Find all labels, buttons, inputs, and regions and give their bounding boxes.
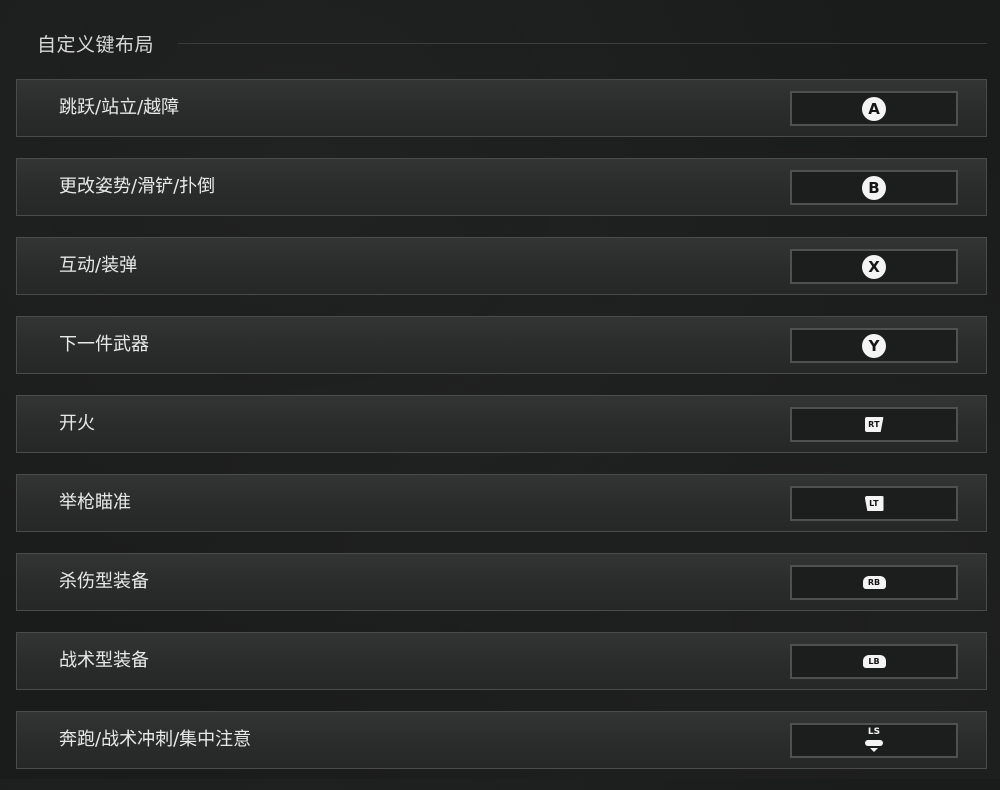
binding-row-tactical[interactable]: 战术型装备 LB	[16, 632, 987, 690]
key-assign-button[interactable]: LT	[790, 486, 958, 521]
binding-action-label: 战术型装备	[59, 650, 149, 671]
binding-action-label: 奔跑/战术冲刺/集中注意	[59, 729, 252, 750]
key-assign-button[interactable]: RT	[790, 407, 958, 442]
key-assign-button[interactable]: RB	[790, 565, 958, 600]
binding-row-stance[interactable]: 更改姿势/滑铲/扑倒 B	[16, 158, 987, 216]
binding-row-sprint[interactable]: 奔跑/战术冲刺/集中注意 LS	[16, 711, 987, 769]
left-trigger-icon: LT	[864, 496, 884, 511]
binding-row-aim[interactable]: 举枪瞄准 LT	[16, 474, 987, 532]
stick-cap-shape	[865, 739, 883, 746]
binding-action-label: 杀伤型装备	[59, 571, 149, 592]
x-button-icon: X	[862, 254, 886, 279]
binding-action-label: 互动/装弹	[59, 255, 138, 276]
b-button-icon: B	[862, 175, 886, 200]
right-bumper-icon: RB	[862, 576, 886, 589]
key-assign-button[interactable]: B	[790, 170, 958, 205]
section-title: 自定义键布局	[37, 33, 155, 56]
binding-row-next-weapon[interactable]: 下一件武器 Y	[16, 316, 987, 374]
press-arrow-icon	[870, 747, 878, 752]
binding-list: 跳跃/站立/越障 A 更改姿势/滑铲/扑倒 B 互动/装弹 X 下一件武器 Y …	[16, 79, 987, 790]
binding-row-interact[interactable]: 互动/装弹 X	[16, 237, 987, 295]
key-assign-button[interactable]: A	[790, 91, 958, 126]
key-assign-button[interactable]: LS	[790, 723, 958, 758]
right-trigger-icon: RT	[864, 417, 884, 432]
y-button-icon: Y	[862, 333, 886, 358]
key-assign-button[interactable]: Y	[790, 328, 958, 363]
section-header: 自定义键布局	[37, 28, 987, 58]
section-divider	[178, 42, 987, 44]
stick-label: LS	[867, 726, 881, 737]
a-button-icon: A	[862, 96, 886, 121]
left-bumper-icon: LB	[862, 655, 886, 668]
key-assign-button[interactable]: X	[790, 249, 958, 284]
binding-action-label: 举枪瞄准	[59, 492, 131, 513]
binding-action-label: 下一件武器	[59, 334, 149, 355]
binding-action-label: 跳跃/站立/越障	[59, 97, 180, 118]
left-stick-click-icon: LS	[862, 727, 886, 755]
binding-row-fire[interactable]: 开火 RT	[16, 395, 987, 453]
binding-action-label: 开火	[59, 413, 95, 434]
binding-row-lethal[interactable]: 杀伤型装备 RB	[16, 553, 987, 611]
key-assign-button[interactable]: LB	[790, 644, 958, 679]
binding-action-label: 更改姿势/滑铲/扑倒	[59, 176, 216, 197]
binding-row-jump[interactable]: 跳跃/站立/越障 A	[16, 79, 987, 137]
